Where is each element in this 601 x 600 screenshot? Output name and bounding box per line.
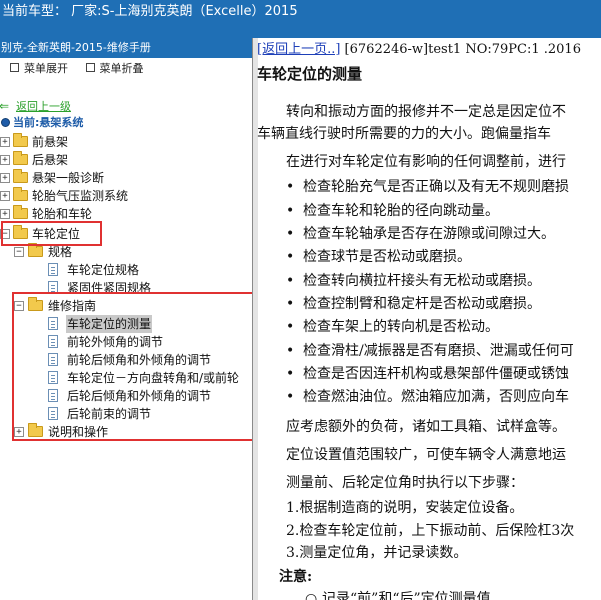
expand-toggle-icon[interactable]: + bbox=[0, 173, 10, 183]
note-label: 注意: bbox=[279, 569, 313, 585]
list-item: • 检查轮胎充气是否正确以及有无不规则磨损 bbox=[286, 179, 569, 195]
tree-item-label: 悬架一般诊断 bbox=[32, 171, 105, 185]
list-item: • 检查控制臂和稳定杆是否松动或磨损。 bbox=[286, 296, 541, 312]
back-page-link[interactable]: [返回上一页..] bbox=[257, 42, 340, 57]
step-item: 2.检查车轮定位前，上下振动前、后保险杠3次 bbox=[286, 523, 575, 539]
collapse-toggle-icon[interactable]: − bbox=[14, 247, 24, 257]
menu-toolbar: 菜单展开 菜单折叠 bbox=[0, 58, 252, 80]
window-title-bar: 当前车型： 厂家:S-上海别克英朗（Excelle）2015 bbox=[0, 0, 601, 38]
tree-item-label: 车轮定位规格 bbox=[67, 263, 140, 277]
folder-icon bbox=[13, 151, 28, 165]
expand-toggle-icon[interactable]: + bbox=[0, 209, 10, 219]
list-item: • 检查球节是否松动或磨损。 bbox=[286, 249, 471, 265]
document-info: [6762246-w]test1 NO:79PC:1 .2016 bbox=[340, 42, 581, 57]
current-location-label: 当前:悬架系统 bbox=[13, 116, 84, 129]
step-item: 1.根据制造商的说明，安装定位设备。 bbox=[286, 500, 524, 516]
highlight-box-wheel-alignment bbox=[1, 221, 102, 246]
note-item: ○ 记录“前”和“后”定位测量值 bbox=[305, 591, 491, 600]
step-item: 3.测量定位角，并记录读数。 bbox=[286, 545, 468, 561]
expand-toggle-icon[interactable]: + bbox=[0, 155, 10, 165]
window-title: 当前车型： 厂家:S-上海别克英朗（Excelle）2015 bbox=[2, 4, 298, 19]
open-folder-icon bbox=[28, 243, 43, 257]
paragraph: 转向和振动方面的报修并不一定总是因定位不 bbox=[286, 104, 566, 120]
paragraph: 测量前、后轮定位角时执行以下步骤： bbox=[286, 475, 524, 491]
expand-icon bbox=[10, 63, 19, 72]
folder-icon bbox=[13, 187, 28, 201]
paragraph: 车辆直线行驶时所需要的力的大小。跑偏量指车 bbox=[257, 126, 551, 142]
list-item: • 检查滑柱/减振器是否有磨损、泄漏或任何可 bbox=[286, 343, 574, 359]
document-icon bbox=[48, 263, 58, 276]
highlight-box-repair-guide bbox=[12, 292, 252, 441]
tree-item-label: 后悬架 bbox=[32, 153, 69, 167]
pane-divider bbox=[253, 38, 258, 600]
paragraph: 在进行对车轮定位有影响的任何调整前，进行 bbox=[286, 154, 566, 170]
back-arrow-icon: ⇐ bbox=[0, 99, 10, 113]
list-item: • 检查车轮轴承是否存在游隙或间隙过大。 bbox=[286, 226, 555, 242]
list-item: • 检查燃油油位。燃油箱应加满，否则应向车 bbox=[286, 389, 569, 405]
navigation-pane: 别克-全新英朗-2015-维修手册 菜单展开 菜单折叠 ⇐ 返回上一级 当前:悬… bbox=[0, 38, 253, 600]
list-item: • 检查车轮和轮胎的径向跳动量。 bbox=[286, 203, 499, 219]
folder-icon bbox=[13, 205, 28, 219]
manual-header: 别克-全新英朗-2015-维修手册 bbox=[0, 38, 252, 58]
folder-icon bbox=[13, 133, 28, 147]
collapse-icon bbox=[85, 63, 95, 72]
list-item: • 检查转向横拉杆接头有无松动或磨损。 bbox=[286, 273, 541, 289]
collapse-menu-button[interactable]: 菜单折叠 bbox=[85, 62, 144, 75]
tree-item-label: 前悬架 bbox=[32, 135, 69, 149]
expand-menu-button[interactable]: 菜单展开 bbox=[10, 62, 68, 75]
folder-icon bbox=[13, 169, 28, 183]
paragraph: 定位设置值范围较广，可使车辆令人满意地运 bbox=[286, 447, 566, 463]
current-location-icon bbox=[1, 118, 10, 127]
list-item: • 检查是否因连杆机构或悬架部件僵硬或锈蚀 bbox=[286, 366, 569, 382]
expand-toggle-icon[interactable]: + bbox=[0, 191, 10, 201]
document-title: 车轮定位的测量 bbox=[257, 65, 363, 83]
list-item: • 检查车架上的转向机是否松动。 bbox=[286, 319, 499, 335]
tree-item-label: 轮胎气压监测系统 bbox=[32, 189, 129, 203]
document-pane: [返回上一页..] [6762246-w]test1 NO:79PC:1 .20… bbox=[253, 38, 601, 600]
expand-toggle-icon[interactable]: + bbox=[0, 137, 10, 147]
paragraph: 应考虑额外的负荷，诸如工具箱、试样盒等。 bbox=[286, 419, 566, 435]
